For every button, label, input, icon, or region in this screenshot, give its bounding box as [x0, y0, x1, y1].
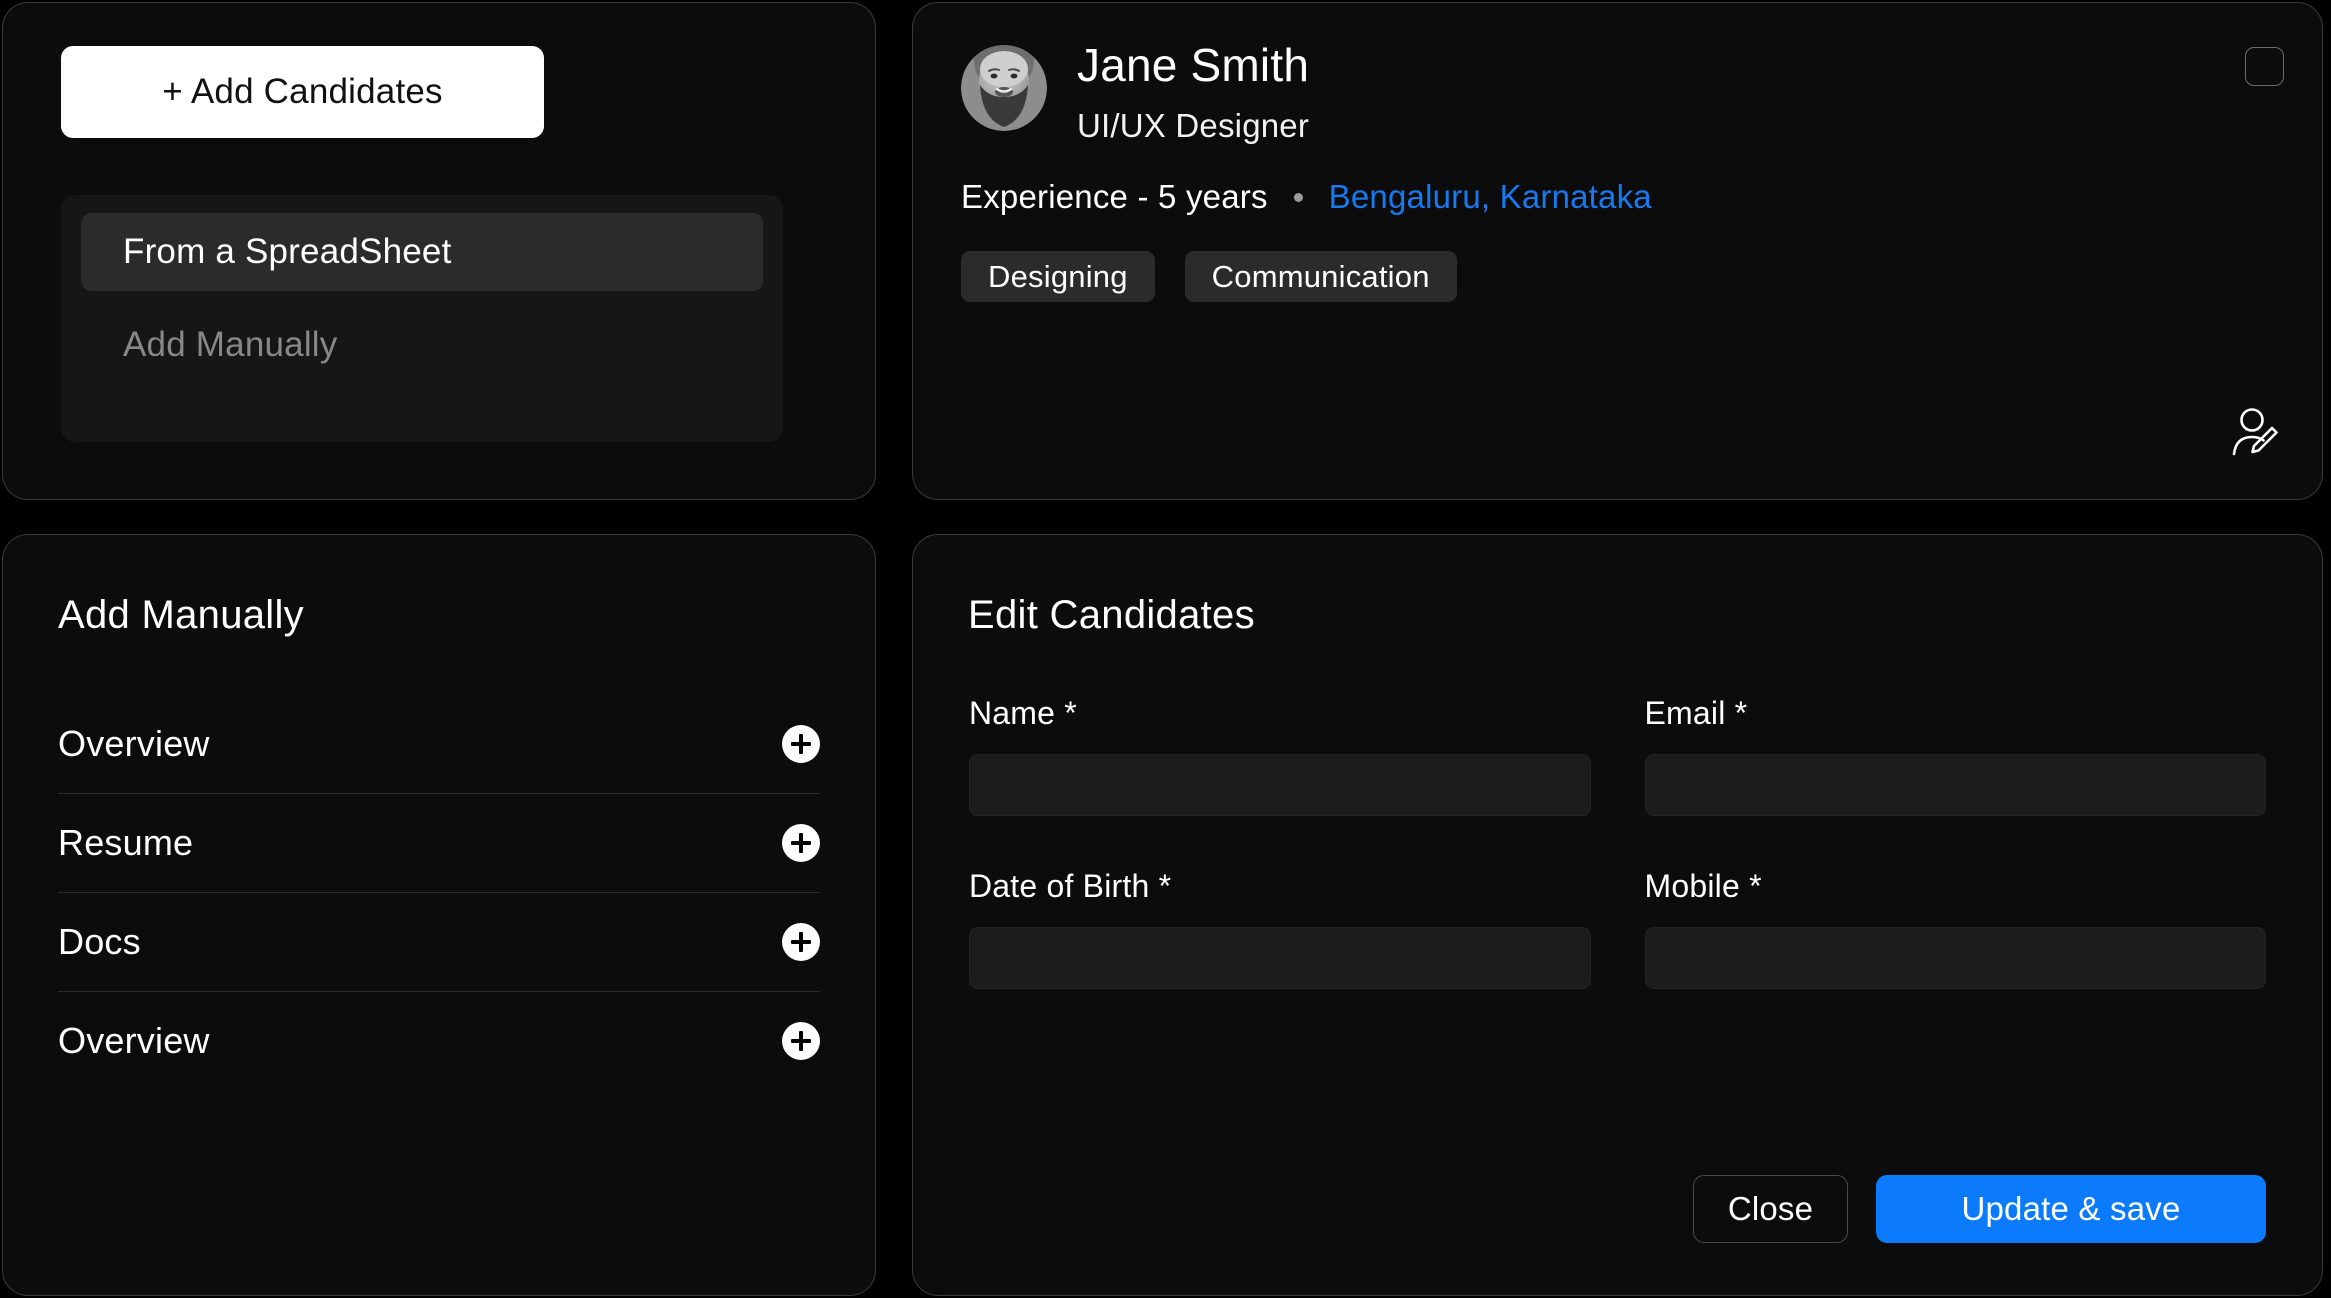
plus-icon[interactable]: [782, 923, 820, 961]
dropdown-item-label: Add Manually: [123, 325, 338, 364]
plus-icon[interactable]: [782, 1022, 820, 1060]
section-label: Docs: [58, 921, 141, 962]
field-group-mobile: Mobile *: [1644, 868, 2267, 989]
dropdown-item-add-manually[interactable]: Add Manually: [81, 306, 763, 384]
section-row-overview-2[interactable]: Overview: [58, 991, 820, 1090]
add-candidates-dropdown: From a SpreadSheet Add Manually: [61, 195, 783, 442]
avatar: [961, 45, 1047, 131]
add-candidates-panel: + Add Candidates From a SpreadSheet Add …: [2, 2, 876, 500]
dropdown-spacer: [61, 291, 783, 306]
required-marker: *: [1749, 868, 1762, 904]
plus-icon[interactable]: [782, 824, 820, 862]
skill-chip-communication[interactable]: Communication: [1184, 251, 1457, 302]
candidate-experience: Experience - 5 years: [961, 178, 1268, 215]
skill-chip-list: Designing Communication: [961, 251, 1457, 302]
candidate-location-link[interactable]: Bengaluru, Karnataka: [1329, 178, 1652, 216]
name-label: Name *: [969, 695, 1591, 732]
user-edit-icon[interactable]: [2228, 404, 2286, 462]
email-label-text: Email: [1644, 695, 1726, 731]
section-label: Overview: [58, 722, 210, 764]
candidate-profile-panel: Jane Smith UI/UX Designer Experience - 5…: [912, 2, 2323, 500]
date-of-birth-label-text: Date of Birth: [969, 868, 1150, 904]
section-label: Overview: [58, 1020, 210, 1061]
email-field[interactable]: [1644, 754, 2266, 816]
section-row-overview[interactable]: Overview: [58, 694, 820, 793]
mobile-label: Mobile *: [1645, 868, 2267, 905]
date-of-birth-field[interactable]: [969, 927, 1591, 989]
update-and-save-button[interactable]: Update & save: [1876, 1175, 2266, 1243]
page-title: Edit Candidates: [968, 593, 1255, 637]
date-of-birth-label: Date of Birth *: [969, 868, 1591, 905]
close-button[interactable]: Close: [1693, 1175, 1848, 1243]
page-title: Add Manually: [58, 593, 304, 637]
section-row-resume[interactable]: Resume: [58, 793, 820, 892]
mobile-field[interactable]: [1644, 927, 2266, 989]
add-candidates-button[interactable]: + Add Candidates: [61, 46, 544, 138]
field-group-name: Name *: [969, 695, 1591, 816]
candidate-name: Jane Smith: [1077, 39, 1310, 91]
section-list: Overview Resume Docs Overview: [58, 694, 820, 1090]
checkbox-icon[interactable]: [2245, 47, 2284, 86]
screen-root: + Add Candidates From a SpreadSheet Add …: [0, 0, 2331, 1298]
skill-chip-designing[interactable]: Designing: [961, 251, 1155, 302]
email-label: Email *: [1645, 695, 2267, 732]
edit-candidate-form: Name * Email * Date of Birth * Mobile *: [969, 695, 2266, 989]
field-group-date-of-birth: Date of Birth *: [969, 868, 1591, 989]
dropdown-item-label: From a SpreadSheet: [123, 232, 452, 271]
add-manually-panel: Add Manually Overview Resume Docs Overvi…: [2, 534, 876, 1296]
required-marker: *: [1734, 695, 1748, 731]
plus-icon[interactable]: [782, 724, 820, 763]
edit-candidates-panel: Edit Candidates Name * Email * Date of B…: [912, 534, 2323, 1296]
form-actions: Close Update & save: [1693, 1175, 2266, 1243]
section-label: Resume: [58, 822, 194, 863]
profile-meta: Experience - 5 years Bengaluru, Karnatak…: [961, 178, 1652, 216]
required-marker: *: [1158, 868, 1172, 904]
profile-identity: Jane Smith UI/UX Designer: [1077, 41, 1309, 145]
name-field[interactable]: [969, 754, 1591, 816]
field-group-email: Email *: [1644, 695, 2267, 816]
candidate-role: UI/UX Designer: [1077, 107, 1310, 145]
section-row-docs[interactable]: Docs: [58, 892, 820, 991]
required-marker: *: [1064, 695, 1077, 731]
dropdown-item-from-a-spreadsheet[interactable]: From a SpreadSheet: [81, 213, 763, 291]
name-label-text: Name: [969, 695, 1056, 731]
mobile-label-text: Mobile: [1644, 868, 1740, 904]
bullet-separator-icon: [1293, 192, 1303, 202]
profile-header: Jane Smith UI/UX Designer: [961, 41, 1309, 145]
